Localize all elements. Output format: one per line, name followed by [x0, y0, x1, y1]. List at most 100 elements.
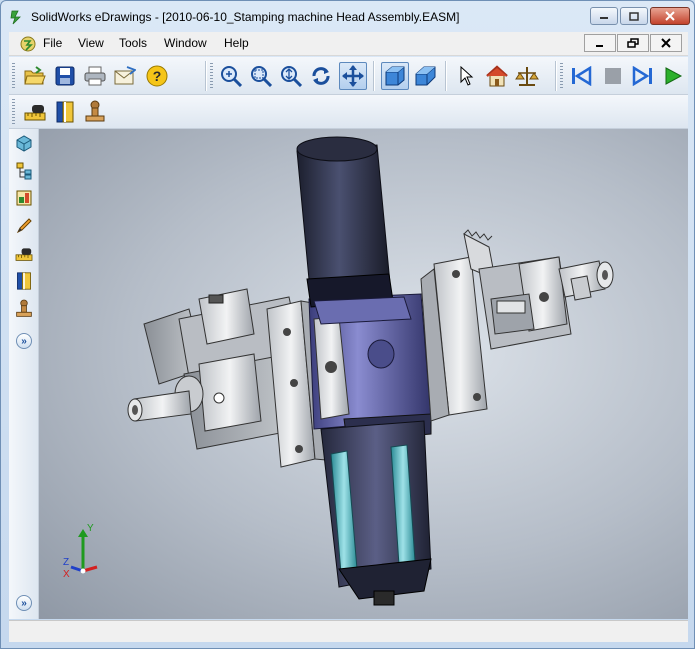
stamp-icon [16, 299, 32, 317]
play-button[interactable] [659, 62, 687, 90]
document-caption-buttons [584, 34, 682, 52]
sheets-icon [16, 190, 32, 206]
select-button[interactable] [453, 62, 481, 90]
components-button[interactable] [12, 131, 36, 155]
perspective-icon [415, 66, 436, 86]
zoom-icon [281, 66, 302, 87]
stop-button[interactable] [599, 62, 627, 90]
document-close-button[interactable] [650, 34, 682, 52]
triad-y-label: Y [87, 523, 94, 534]
main-toolbar: ? [9, 57, 688, 95]
triad-z-label: Z [63, 557, 69, 568]
open-icon [24, 66, 46, 85]
close-icon [665, 11, 675, 21]
first-frame-icon [572, 66, 592, 86]
menu-help[interactable]: Help [224, 36, 249, 50]
stop-icon [605, 68, 621, 84]
toolbar-separator [445, 61, 447, 91]
minimize-button[interactable] [590, 7, 618, 25]
3d-pointer-icon [515, 67, 539, 86]
close-icon [661, 38, 671, 48]
section-icon [56, 101, 74, 123]
perspective-button[interactable] [411, 62, 439, 90]
zoom-to-fit-icon [221, 66, 242, 87]
send-mail-button[interactable] [111, 62, 139, 90]
left-toolbar: » » [9, 129, 39, 619]
svg-text:?: ? [153, 68, 162, 84]
markup-button[interactable] [12, 214, 36, 238]
section-button[interactable] [51, 98, 79, 126]
section-button[interactable] [12, 269, 36, 293]
chevron-right-icon: » [16, 333, 32, 349]
expand-panel-top-button[interactable]: » [12, 329, 36, 353]
menu-view[interactable]: View [78, 36, 104, 50]
maximize-icon [629, 11, 639, 21]
title-bar[interactable]: SolidWorks eDrawings - [2010-06-10_Stamp… [1, 1, 694, 31]
status-bar [9, 620, 688, 642]
menu-window[interactable]: Window [164, 36, 207, 50]
send-mail-icon [114, 66, 136, 85]
tree-icon [16, 162, 32, 180]
zoom-to-area-button[interactable] [247, 62, 275, 90]
triad-axes: Y Z X [63, 523, 98, 580]
help-button[interactable]: ? [143, 62, 171, 90]
zoom-to-area-icon [251, 66, 272, 87]
document-restore-button[interactable] [617, 34, 649, 52]
components-icon [16, 135, 32, 152]
menu-file[interactable]: File [43, 36, 62, 50]
edrawings-app-icon [10, 10, 21, 25]
stamp-icon [85, 100, 105, 122]
print-icon [84, 66, 106, 86]
next-frame-icon [632, 66, 652, 86]
toolbar-separator [205, 61, 207, 91]
maximize-button[interactable] [620, 7, 648, 25]
toolbar-grip[interactable] [12, 99, 15, 125]
assembly-model [127, 136, 614, 606]
select-icon [460, 66, 474, 86]
toolbar-separator [555, 61, 557, 91]
pan-icon [342, 65, 364, 87]
open-button[interactable] [21, 62, 49, 90]
minimize-icon [596, 45, 603, 47]
menu-tools[interactable]: Tools [119, 36, 147, 50]
shaded-icon [385, 66, 405, 86]
zoom-button[interactable] [277, 62, 305, 90]
minimize-icon [600, 17, 608, 19]
section-icon [17, 272, 31, 290]
model-viewport[interactable]: Y Z X [39, 129, 688, 619]
home-button[interactable] [483, 62, 511, 90]
shaded-button[interactable] [381, 62, 409, 90]
save-button[interactable] [51, 62, 79, 90]
pan-button[interactable] [339, 62, 367, 90]
application-window: SolidWorks eDrawings - [2010-06-10_Stamp… [0, 0, 695, 649]
stamp-button[interactable] [81, 98, 109, 126]
chevron-right-icon: » [16, 595, 32, 611]
first-frame-button[interactable] [567, 62, 595, 90]
print-button[interactable] [81, 62, 109, 90]
stamp-button[interactable] [12, 297, 36, 321]
document-icon[interactable] [20, 36, 36, 52]
toolbar-grip[interactable] [210, 63, 213, 89]
zoom-to-fit-button[interactable] [217, 62, 245, 90]
window-title: SolidWorks eDrawings - [2010-06-10_Stamp… [31, 10, 460, 24]
close-button[interactable] [650, 7, 690, 25]
toolbar-separator [373, 61, 375, 91]
menu-bar: File View Tools Window Help [9, 32, 688, 56]
home-icon [486, 65, 508, 87]
rotate-icon [312, 67, 330, 85]
next-frame-button[interactable] [629, 62, 657, 90]
markup-toolbar [9, 95, 688, 129]
markup-icon [16, 218, 32, 234]
measure-icon [15, 248, 33, 261]
3d-pointer-button[interactable] [513, 62, 541, 90]
document-minimize-button[interactable] [584, 34, 616, 52]
toolbar-grip[interactable] [560, 63, 563, 89]
sheets-button[interactable] [12, 186, 36, 210]
measure-button[interactable] [12, 242, 36, 266]
caption-buttons [590, 7, 690, 25]
expand-panel-bottom-button[interactable]: » [12, 591, 36, 615]
measure-button[interactable] [21, 98, 49, 126]
tree-button[interactable] [12, 159, 36, 183]
toolbar-grip[interactable] [12, 63, 15, 89]
rotate-button[interactable] [307, 62, 335, 90]
